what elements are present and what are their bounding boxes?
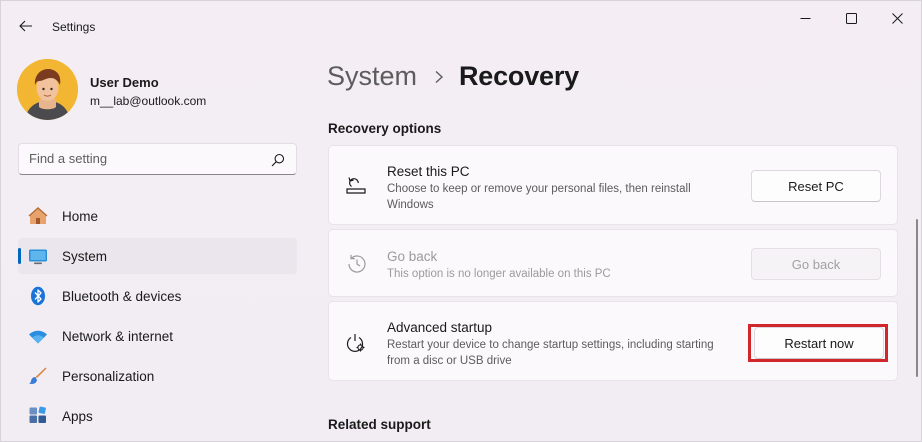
card-title: Reset this PC xyxy=(387,164,470,179)
card-description: Choose to keep or remove your personal f… xyxy=(387,183,691,211)
search-box[interactable] xyxy=(18,143,297,175)
history-icon xyxy=(348,254,366,273)
apps-icon xyxy=(29,406,46,423)
section-title-recovery-options: Recovery options xyxy=(328,121,442,136)
card-reset-pc: Reset this PC Choose to keep or remove y… xyxy=(328,145,898,225)
advanced-startup-icon xyxy=(346,334,365,352)
sidebar-item-system[interactable]: System xyxy=(18,238,297,274)
highlight-box xyxy=(748,324,888,362)
breadcrumb-parent[interactable]: System xyxy=(327,61,417,92)
home-icon xyxy=(28,206,48,224)
close-icon xyxy=(891,12,903,24)
user-avatar-icon xyxy=(17,59,78,120)
sidebar-item-bluetooth[interactable]: Bluetooth & devices xyxy=(18,278,297,314)
go-back-button[interactable]: Go back xyxy=(751,248,881,280)
scrollbar[interactable] xyxy=(916,219,918,377)
sidebar-item-network[interactable]: Network & internet xyxy=(18,318,297,354)
minimize-icon xyxy=(800,17,810,19)
display-icon xyxy=(29,249,47,265)
sidebar-item-label: Network & internet xyxy=(62,329,174,344)
search-input[interactable] xyxy=(29,151,259,166)
maximize-button[interactable] xyxy=(828,3,874,33)
sidebar-item-label: Apps xyxy=(62,409,93,424)
card-title: Advanced startup xyxy=(387,320,493,335)
avatar[interactable] xyxy=(17,59,78,120)
card-description: Restart your device to change startup se… xyxy=(387,339,714,367)
section-title-related-support: Related support xyxy=(328,417,431,432)
reset-pc-icon xyxy=(346,177,366,194)
sidebar-item-label: Bluetooth & devices xyxy=(62,289,182,304)
settings-window: Settings User Demo m__lab@outlook.com Fi… xyxy=(0,0,922,442)
card-description: This option is no longer available on th… xyxy=(387,268,611,280)
card-go-back: Go back This option is no longer availab… xyxy=(328,229,898,297)
window-title: Settings xyxy=(52,20,96,34)
back-button[interactable] xyxy=(13,13,39,39)
reset-pc-button[interactable]: Reset PC xyxy=(751,170,881,202)
bluetooth-icon xyxy=(31,286,45,306)
maximize-icon xyxy=(845,12,857,24)
search-icon[interactable] xyxy=(271,153,285,167)
arrow-left-icon xyxy=(19,20,32,32)
brush-icon xyxy=(29,367,47,384)
sidebar-item-apps[interactable]: Apps xyxy=(18,398,297,434)
wifi-icon xyxy=(29,330,47,344)
sidebar-item-label: Home xyxy=(62,209,99,224)
sidebar-item-label: Personalization xyxy=(62,369,155,384)
active-indicator xyxy=(18,248,21,264)
user-email: m__lab@outlook.com xyxy=(90,94,207,108)
close-button[interactable] xyxy=(874,3,920,33)
chevron-right-icon xyxy=(435,70,444,84)
title-bar: Settings xyxy=(1,1,921,49)
sidebar-item-label: System xyxy=(62,249,108,264)
minimize-button[interactable] xyxy=(782,3,828,33)
sidebar-item-personalization[interactable]: Personalization xyxy=(18,358,297,394)
card-title: Go back xyxy=(387,249,438,264)
user-name: User Demo xyxy=(90,75,159,90)
sidebar-item-home[interactable]: Home xyxy=(18,198,297,234)
page-title: Recovery xyxy=(459,61,579,91)
